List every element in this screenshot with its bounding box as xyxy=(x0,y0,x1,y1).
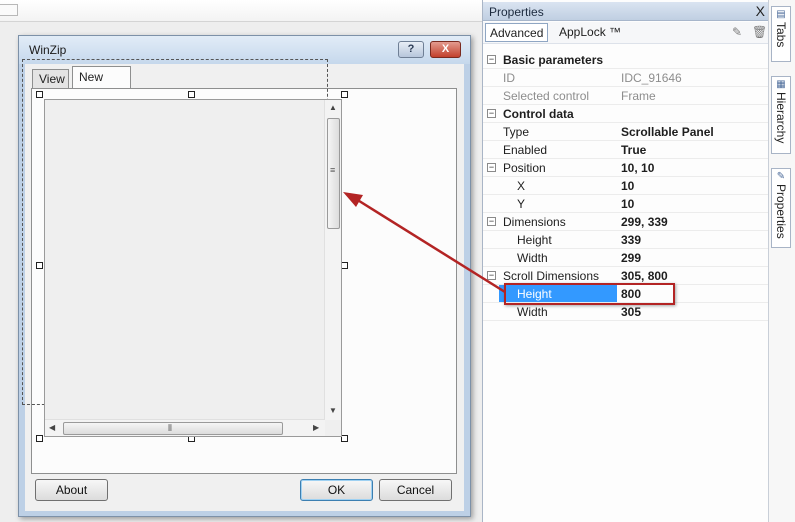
property-row[interactable]: X 10 xyxy=(483,177,769,195)
properties-title: Properties xyxy=(489,5,544,19)
scrollable-panel[interactable]: ▲ ≡ ▼ ◀ ⦀ ▶ xyxy=(44,99,342,437)
property-row[interactable]: − Control data xyxy=(483,105,769,123)
property-name: Y xyxy=(517,197,526,211)
properties-header: Properties X xyxy=(483,2,769,21)
scroll-left-icon[interactable]: ◀ xyxy=(49,423,55,432)
hierarchy-icon: ▦ xyxy=(776,79,786,90)
vertical-scroll-thumb[interactable]: ≡ xyxy=(327,118,340,229)
side-tab-tabs[interactable]: ▤ Tabs xyxy=(771,6,791,62)
tab-applock[interactable]: AppLock ™ xyxy=(555,23,625,42)
close-button[interactable]: X xyxy=(430,41,461,58)
property-row[interactable]: − Scroll Dimensions 305, 800 xyxy=(483,267,769,285)
about-button[interactable]: About xyxy=(35,479,108,501)
designer-top-strip xyxy=(0,0,482,22)
cancel-button[interactable]: Cancel xyxy=(379,479,452,501)
property-value: 299 xyxy=(621,251,642,265)
collapse-icon[interactable]: − xyxy=(487,163,496,172)
scroll-down-icon[interactable]: ▼ xyxy=(329,406,337,415)
close-icon[interactable]: X xyxy=(756,3,765,19)
ok-button[interactable]: OK xyxy=(300,479,373,501)
property-value: 10 xyxy=(621,179,635,193)
side-tab-strip: ▤ Tabs ▦ Hierarchy ✎ Properties xyxy=(768,0,795,522)
property-grid: − Basic parameters ID IDC_91646 Selected… xyxy=(483,51,769,321)
property-name: Width xyxy=(517,305,548,319)
collapse-icon[interactable]: − xyxy=(487,217,496,226)
property-name: Scroll Dimensions xyxy=(503,269,600,283)
property-name: Dimensions xyxy=(503,215,566,229)
property-value: 339 xyxy=(621,233,642,247)
property-row[interactable]: − Position 10, 10 xyxy=(483,159,769,177)
property-name: Type xyxy=(503,125,530,139)
property-row[interactable]: Width 305 xyxy=(483,303,769,321)
collapse-icon[interactable]: − xyxy=(487,271,496,280)
side-tab-label: Hierarchy xyxy=(774,92,788,144)
property-name: Position xyxy=(503,161,546,175)
horizontal-scroll-thumb[interactable]: ⦀ xyxy=(63,422,283,435)
property-row[interactable]: − Dimensions 299, 339 xyxy=(483,213,769,231)
property-row-selected[interactable]: Height 800 xyxy=(483,285,769,303)
property-value-input[interactable]: 800 xyxy=(621,287,641,301)
property-value: 305, 800 xyxy=(621,269,668,283)
scroll-right-icon[interactable]: ▶ xyxy=(313,423,319,432)
side-tab-hierarchy[interactable]: ▦ Hierarchy xyxy=(771,76,791,154)
side-tab-properties[interactable]: ✎ Properties xyxy=(771,168,791,248)
property-row[interactable]: Type Scrollable Panel xyxy=(483,123,769,141)
property-row[interactable]: − Basic parameters xyxy=(483,51,769,69)
property-name: ID xyxy=(503,71,515,85)
property-value: True xyxy=(621,143,647,157)
properties-toolbar: Advanced AppLock ™ ✎ 🗑 xyxy=(483,22,769,44)
property-value: IDC_91646 xyxy=(621,71,682,85)
trash-icon[interactable]: 🗑 xyxy=(752,25,767,39)
side-tab-label: Properties xyxy=(774,184,788,239)
resize-handle-se[interactable] xyxy=(341,435,348,442)
wand-icon[interactable]: ✎ xyxy=(732,25,742,39)
properties-panel: Properties X Advanced AppLock ™ ✎ 🗑 − Ba… xyxy=(482,0,769,522)
property-row[interactable]: Enabled True xyxy=(483,141,769,159)
property-name: Enabled xyxy=(503,143,548,157)
property-name: Height xyxy=(499,285,617,302)
resize-handle-w[interactable] xyxy=(36,262,43,269)
property-row[interactable]: ID IDC_91646 xyxy=(483,69,769,87)
property-name: Basic parameters xyxy=(503,53,604,67)
property-name: Control data xyxy=(503,107,574,121)
property-value: 299, 339 xyxy=(621,215,668,229)
property-value: Frame xyxy=(621,89,656,103)
resize-handle-sw[interactable] xyxy=(36,435,43,442)
property-value: 305 xyxy=(621,305,642,319)
property-row[interactable]: Selected control Frame xyxy=(483,87,769,105)
property-row[interactable]: Y 10 xyxy=(483,195,769,213)
property-row[interactable]: Width 299 xyxy=(483,249,769,267)
property-name: Height xyxy=(517,233,552,247)
grip-icon: ⦀ xyxy=(168,423,172,433)
property-row[interactable]: Height 339 xyxy=(483,231,769,249)
vertical-scrollbar[interactable]: ▲ ≡ ▼ xyxy=(324,100,341,420)
scroll-up-icon[interactable]: ▲ xyxy=(329,103,337,112)
resize-handle-nw[interactable] xyxy=(36,91,43,98)
tab-advanced[interactable]: Advanced xyxy=(485,23,549,42)
property-name: X xyxy=(517,179,526,193)
horizontal-scrollbar[interactable]: ◀ ⦀ ▶ xyxy=(45,419,325,436)
resize-handle-e[interactable] xyxy=(341,262,348,269)
help-button[interactable]: ? xyxy=(398,41,424,58)
grip-icon: ≡ xyxy=(330,165,336,175)
property-value: Scrollable Panel xyxy=(621,125,714,139)
collapse-icon[interactable]: − xyxy=(487,109,496,118)
collapse-icon[interactable]: − xyxy=(487,55,496,64)
collapsed-pane xyxy=(0,4,18,16)
property-value: 10 xyxy=(621,197,635,211)
side-tab-label: Tabs xyxy=(774,22,788,48)
property-name: Selected control xyxy=(503,89,590,103)
property-value: 10, 10 xyxy=(621,161,655,175)
resize-handle-ne[interactable] xyxy=(341,91,348,98)
resize-handle-n[interactable] xyxy=(188,91,195,98)
property-name: Width xyxy=(517,251,548,265)
properties-icon: ✎ xyxy=(776,171,786,182)
tabs-icon: ▤ xyxy=(776,9,786,20)
dialog-title: WinZip xyxy=(29,43,67,57)
